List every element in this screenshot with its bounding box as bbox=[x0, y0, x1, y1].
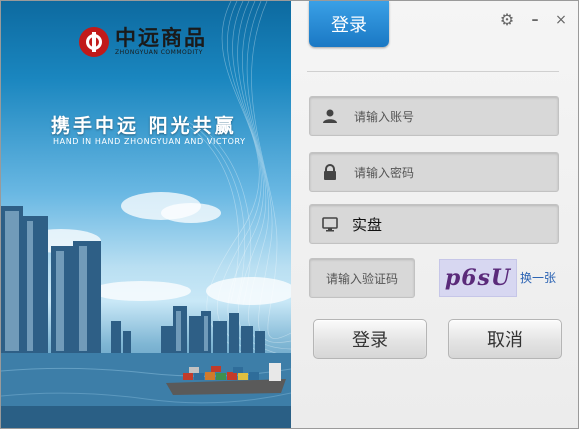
logo-mark-icon bbox=[79, 27, 109, 57]
header-divider bbox=[307, 71, 559, 72]
password-placeholder: 请输入密码 bbox=[354, 165, 415, 180]
minimize-button[interactable]: – bbox=[527, 13, 543, 27]
account-placeholder: 请输入账号 bbox=[354, 109, 415, 124]
refresh-captcha-link[interactable]: 换一张 bbox=[520, 269, 556, 286]
banner-artwork bbox=[1, 1, 291, 428]
logo-name: 中远商品 bbox=[115, 26, 207, 50]
login-panel: 登录 ⚙ – × 请输入账号 请输入密码 实盘 请输入验证码 p6sU 换一张 … bbox=[291, 1, 578, 428]
slogan-chinese: 携手中远 阳光共赢 bbox=[51, 115, 237, 137]
captcha-input[interactable]: 请输入验证码 bbox=[309, 258, 415, 298]
cancel-button[interactable]: 取消 bbox=[448, 319, 562, 359]
slogan-english: HAND IN HAND ZHONGYUAN AND VICTORY bbox=[53, 137, 246, 146]
company-logo: 中远商品 ZHONGYUAN COMMODITY bbox=[79, 27, 207, 57]
password-input[interactable]: 请输入密码 bbox=[309, 152, 559, 192]
promo-banner: 中远商品 ZHONGYUAN COMMODITY 携手中远 阳光共赢 HAND … bbox=[1, 1, 291, 428]
logo-subname: ZHONGYUAN COMMODITY bbox=[115, 49, 203, 56]
account-input[interactable]: 请输入账号 bbox=[309, 96, 559, 136]
captcha-image[interactable]: p6sU bbox=[439, 259, 517, 297]
login-window: 中远商品 ZHONGYUAN COMMODITY 携手中远 阳光共赢 HAND … bbox=[0, 0, 579, 429]
login-button[interactable]: 登录 bbox=[313, 319, 427, 359]
gear-icon[interactable]: ⚙ bbox=[499, 12, 515, 28]
monitor-icon bbox=[320, 216, 340, 232]
close-button[interactable]: × bbox=[553, 13, 569, 27]
login-tab[interactable]: 登录 bbox=[309, 1, 389, 47]
trading-mode-value: 实盘 bbox=[352, 215, 383, 234]
user-icon bbox=[320, 108, 340, 124]
lock-icon bbox=[320, 164, 340, 180]
trading-mode-select[interactable]: 实盘 bbox=[309, 204, 559, 244]
